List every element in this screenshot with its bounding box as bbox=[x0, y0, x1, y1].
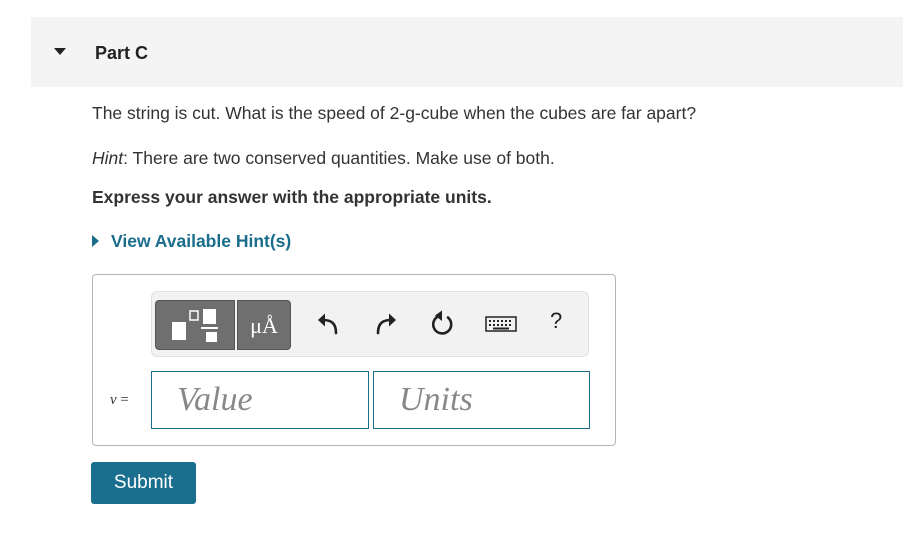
units-input[interactable] bbox=[373, 371, 590, 429]
part-header[interactable]: Part C bbox=[31, 17, 903, 87]
question-text: The string is cut. What is the speed of … bbox=[92, 103, 697, 123]
hint-text: Hint: There are two conserved quantities… bbox=[92, 148, 555, 169]
variable-label: v = bbox=[110, 392, 129, 409]
equals-sign: = bbox=[116, 392, 129, 408]
units-icon: μÅ bbox=[250, 313, 278, 338]
units-button[interactable]: μÅ bbox=[237, 300, 291, 350]
reset-icon[interactable] bbox=[427, 309, 457, 339]
help-icon[interactable]: ? bbox=[550, 308, 562, 334]
view-hints-link[interactable]: View Available Hint(s) bbox=[92, 231, 291, 252]
templates-button[interactable] bbox=[155, 300, 235, 350]
undo-icon[interactable] bbox=[314, 309, 344, 339]
math-toolbar: μÅ ? bbox=[151, 291, 589, 357]
templates-icon bbox=[172, 309, 218, 342]
express-instruction: Express your answer with the appropriate… bbox=[92, 187, 492, 207]
part-title: Part C bbox=[95, 43, 149, 63]
expand-triangle-icon bbox=[92, 234, 99, 247]
hint-label: Hint bbox=[92, 148, 124, 168]
view-hints-label: View Available Hint(s) bbox=[111, 231, 292, 251]
value-input[interactable] bbox=[151, 371, 369, 429]
hint-body: : There are two conserved quantities. Ma… bbox=[123, 148, 555, 168]
variable-symbol: v bbox=[110, 392, 117, 408]
redo-icon[interactable] bbox=[370, 309, 400, 339]
submit-button[interactable]: Submit bbox=[91, 462, 196, 504]
collapse-caret-icon[interactable] bbox=[54, 48, 66, 55]
answer-box: μÅ ? v = Value Units bbox=[92, 274, 616, 446]
keyboard-icon[interactable] bbox=[484, 309, 518, 339]
